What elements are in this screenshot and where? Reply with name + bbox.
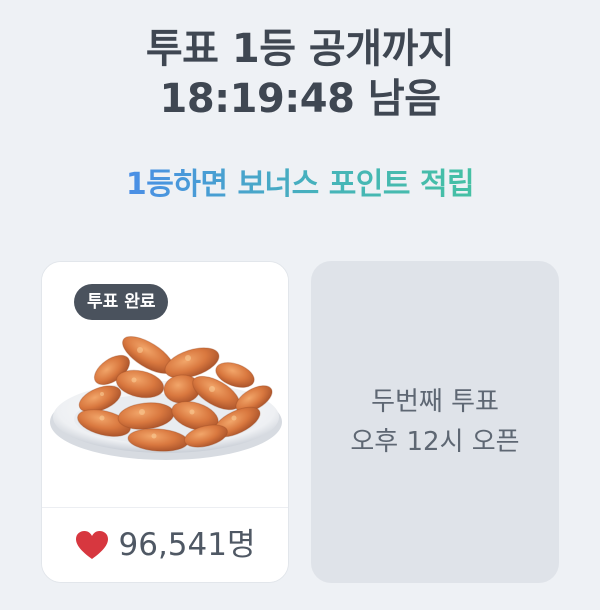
second-vote-notice: 두번째 투표 오후 12시 오픈 [350,382,519,462]
heart-icon [75,531,108,559]
vote-card-first[interactable]: 투표 완료 96,541명 [41,261,289,583]
vote-complete-badge: 투표 완료 [74,284,169,320]
second-vote-open-time: 오후 12시 오픈 [350,427,520,457]
food-image: 투표 완료 [42,262,288,510]
countdown-timer: 18:19:48 남음 [159,76,441,122]
vote-count-row: 96,541명 [42,507,288,582]
second-vote-title: 두번째 투표 [371,387,499,417]
countdown-title: 투표 1등 공개까지 [145,26,455,72]
bonus-subtitle-text: 1등하면 보너스 포인트 적립 [125,167,475,202]
countdown-header: 투표 1등 공개까지 18:19:48 남음 [0,24,600,124]
vote-count: 96,541명 [118,527,256,563]
bonus-subtitle: 1등하면 보너스 포인트 적립 [0,165,600,205]
vote-card-second: 두번째 투표 오후 12시 오픈 [311,261,559,583]
